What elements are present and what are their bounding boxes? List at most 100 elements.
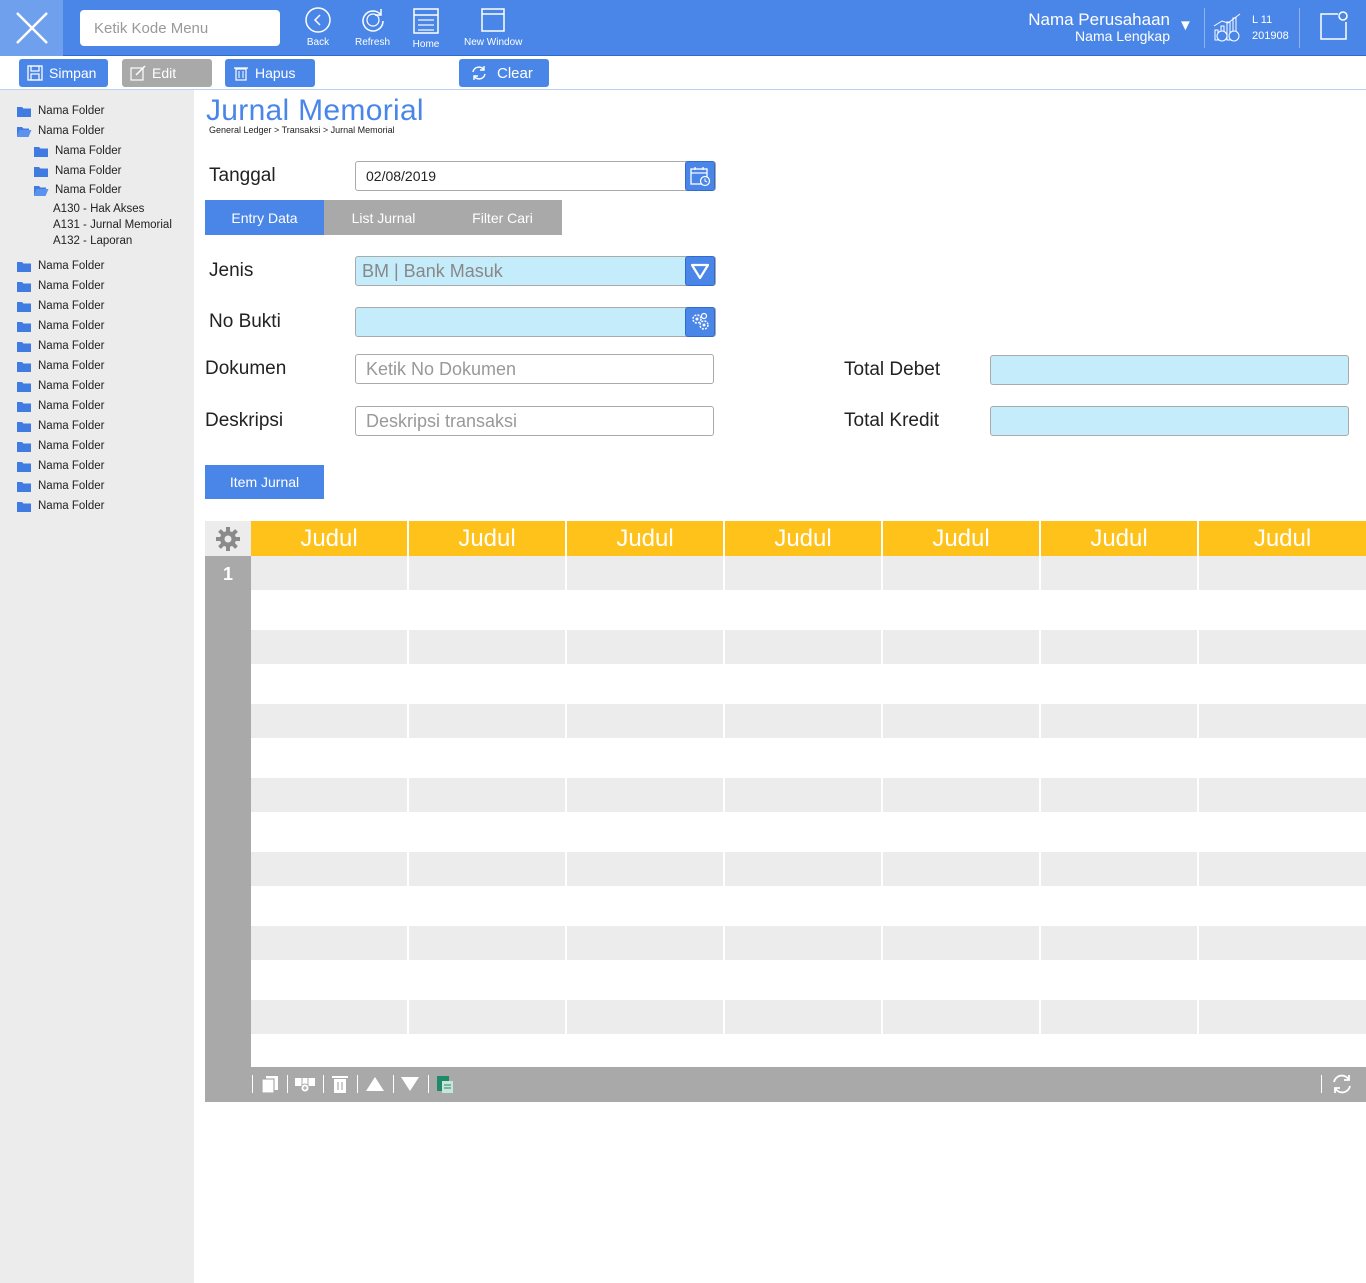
tree-menu-item[interactable]: A130 - Hak Akses <box>53 203 144 215</box>
company-selector[interactable]: Nama Perusahaan Nama Lengkap <box>1028 11 1170 45</box>
table-cell[interactable] <box>1041 852 1199 886</box>
tree-folder[interactable]: Nama Folder <box>33 181 121 199</box>
tree-folder[interactable]: Nama Folder <box>16 317 104 335</box>
table-cell[interactable] <box>725 1000 883 1034</box>
table-row[interactable] <box>251 778 1366 812</box>
tree-folder[interactable]: Nama Folder <box>16 122 104 140</box>
tree-folder[interactable]: Nama Folder <box>16 457 104 475</box>
table-cell[interactable] <box>883 630 1041 664</box>
delete-row-button[interactable] <box>328 1073 352 1095</box>
deskripsi-field[interactable] <box>355 406 714 436</box>
save-button[interactable]: Simpan <box>19 59 108 87</box>
table-row[interactable] <box>251 1000 1366 1034</box>
table-cell[interactable] <box>409 778 567 812</box>
table-cell[interactable] <box>1199 926 1366 960</box>
dokumen-field[interactable] <box>355 354 714 384</box>
table-cell[interactable] <box>725 630 883 664</box>
table-cell[interactable] <box>251 1000 409 1034</box>
new-window-button[interactable]: New Window <box>464 6 522 48</box>
table-cell[interactable] <box>409 926 567 960</box>
tree-folder[interactable]: Nama Folder <box>16 437 104 455</box>
table-cell[interactable] <box>1199 778 1366 812</box>
tree-folder[interactable]: Nama Folder <box>33 142 121 160</box>
table-cell[interactable] <box>1199 630 1366 664</box>
table-cell[interactable] <box>883 778 1041 812</box>
edit-button[interactable]: Edit <box>122 59 212 87</box>
column-header[interactable]: Judul <box>1041 521 1199 556</box>
tree-menu-item[interactable]: A132 - Laporan <box>53 235 132 247</box>
tree-folder[interactable]: Nama Folder <box>16 357 104 375</box>
table-cell[interactable] <box>725 704 883 738</box>
table-cell[interactable] <box>725 778 883 812</box>
table-cell[interactable] <box>251 704 409 738</box>
table-cell[interactable] <box>1199 704 1366 738</box>
table-cell[interactable] <box>409 630 567 664</box>
table-cell[interactable] <box>883 704 1041 738</box>
refresh-button[interactable]: Refresh <box>355 6 390 48</box>
menu-code-input[interactable] <box>80 10 280 46</box>
item-jurnal-button[interactable]: Item Jurnal <box>205 465 324 499</box>
table-row[interactable] <box>251 630 1366 664</box>
nobukti-field[interactable] <box>355 307 716 337</box>
column-header[interactable]: Judul <box>1199 521 1366 556</box>
table-cell[interactable] <box>567 926 725 960</box>
table-cell[interactable] <box>567 556 725 590</box>
tree-folder[interactable]: Nama Folder <box>16 397 104 415</box>
column-header[interactable]: Judul <box>725 521 883 556</box>
table-cell[interactable] <box>567 630 725 664</box>
insert-row-button[interactable] <box>293 1073 317 1095</box>
column-header[interactable]: Judul <box>251 521 409 556</box>
tree-folder[interactable]: Nama Folder <box>33 162 121 180</box>
reload-grid-button[interactable] <box>1330 1073 1354 1095</box>
table-cell[interactable] <box>883 556 1041 590</box>
tab-filter-cari[interactable]: Filter Cari <box>443 200 562 235</box>
table-cell[interactable] <box>1041 704 1199 738</box>
deskripsi-input[interactable] <box>366 410 703 432</box>
table-row[interactable] <box>251 852 1366 886</box>
table-cell[interactable] <box>409 852 567 886</box>
tree-folder[interactable]: Nama Folder <box>16 297 104 315</box>
table-cell[interactable] <box>1041 778 1199 812</box>
tanggal-field[interactable]: 02/08/2019 <box>355 161 716 191</box>
grid-settings-button[interactable] <box>205 521 251 556</box>
tree-folder[interactable]: Nama Folder <box>16 102 104 120</box>
table-cell[interactable] <box>883 926 1041 960</box>
move-up-button[interactable] <box>363 1073 387 1095</box>
tree-folder[interactable]: Nama Folder <box>16 417 104 435</box>
tree-menu-item[interactable]: A131 - Jurnal Memorial <box>53 219 172 231</box>
tree-folder[interactable]: Nama Folder <box>16 377 104 395</box>
delete-button[interactable]: Hapus <box>225 59 315 87</box>
table-cell[interactable] <box>409 704 567 738</box>
column-header[interactable]: Judul <box>567 521 725 556</box>
table-cell[interactable] <box>1199 1000 1366 1034</box>
date-picker-button[interactable] <box>685 161 715 191</box>
table-cell[interactable] <box>725 556 883 590</box>
tab-list-jurnal[interactable]: List Jurnal <box>324 200 443 235</box>
table-row[interactable] <box>251 704 1366 738</box>
table-cell[interactable] <box>1041 1000 1199 1034</box>
table-cell[interactable] <box>409 1000 567 1034</box>
tree-folder[interactable]: Nama Folder <box>16 277 104 295</box>
export-button[interactable] <box>433 1073 457 1095</box>
table-cell[interactable] <box>1199 556 1366 590</box>
table-cell[interactable] <box>251 926 409 960</box>
period-indicator[interactable]: L 11 201908 <box>1212 10 1292 46</box>
table-row[interactable] <box>251 556 1366 590</box>
table-cell[interactable] <box>409 556 567 590</box>
table-cell[interactable] <box>725 926 883 960</box>
table-cell[interactable] <box>1041 556 1199 590</box>
table-cell[interactable] <box>567 778 725 812</box>
table-cell[interactable] <box>725 852 883 886</box>
table-cell[interactable] <box>567 1000 725 1034</box>
tree-folder[interactable]: Nama Folder <box>16 497 104 515</box>
table-cell[interactable] <box>567 704 725 738</box>
back-button[interactable]: Back <box>304 6 332 48</box>
table-cell[interactable] <box>251 556 409 590</box>
table-cell[interactable] <box>251 778 409 812</box>
table-cell[interactable] <box>251 852 409 886</box>
table-cell[interactable] <box>1199 852 1366 886</box>
table-cell[interactable] <box>1041 926 1199 960</box>
jenis-select[interactable]: BM | Bank Masuk <box>355 256 716 286</box>
column-header[interactable]: Judul <box>883 521 1041 556</box>
table-cell[interactable] <box>567 852 725 886</box>
